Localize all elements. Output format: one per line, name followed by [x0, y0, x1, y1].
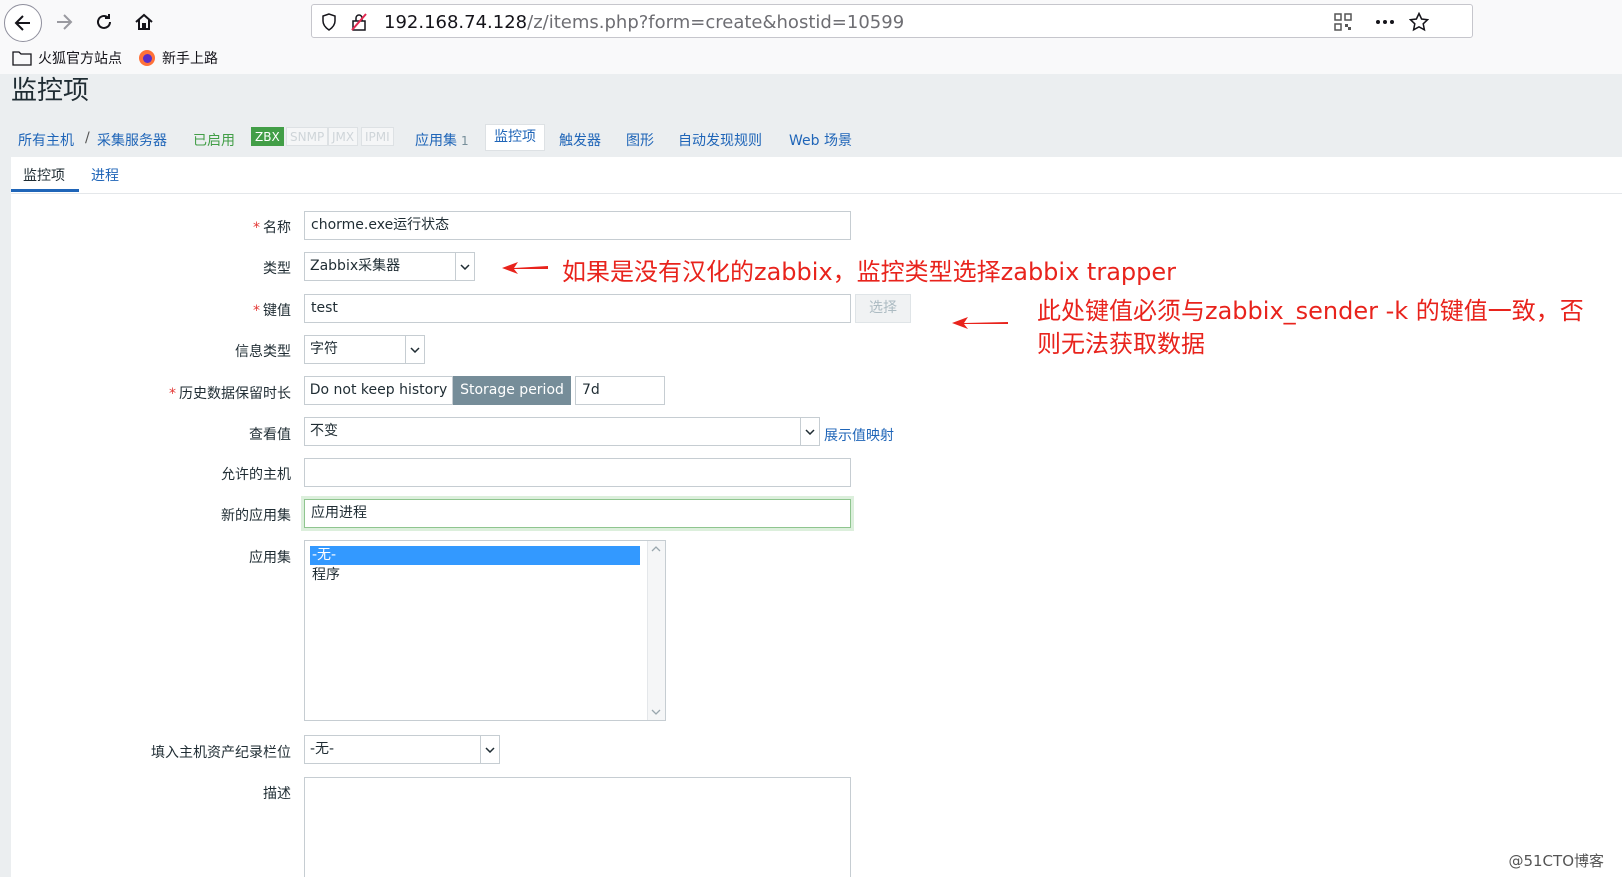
- more-icon[interactable]: [1374, 11, 1396, 33]
- chevron-down-icon: [800, 418, 819, 445]
- home-icon: [135, 13, 153, 30]
- firefox-icon: [139, 50, 155, 66]
- show-value-select[interactable]: 不变: [304, 417, 820, 446]
- availability-snmp: SNMP: [286, 127, 329, 146]
- applications-link[interactable]: 应用集 1: [415, 130, 469, 150]
- items-link-active[interactable]: 监控项: [485, 124, 545, 151]
- name-label: * 名称: [253, 220, 291, 236]
- allowed-hosts-label: 允许的主机: [221, 467, 291, 483]
- name-input[interactable]: chorme.exe运行状态: [304, 211, 851, 240]
- show-value-label: 查看值: [249, 427, 291, 443]
- all-hosts-link[interactable]: 所有主机: [18, 130, 74, 150]
- page-title: 监控项: [11, 76, 90, 106]
- annotation-key-note-line2: 则无法获取数据: [1037, 330, 1205, 358]
- chevron-down-icon: [651, 709, 661, 715]
- allowed-hosts-input[interactable]: [304, 458, 851, 487]
- info-type-select[interactable]: 字符: [304, 335, 425, 364]
- host-link[interactable]: 采集服务器: [97, 130, 167, 150]
- active-tab-indicator: [11, 189, 79, 192]
- bookmark-firefox-site[interactable]: 火狐官方站点: [12, 48, 122, 68]
- key-input[interactable]: test: [304, 294, 851, 323]
- type-label: 类型: [263, 261, 291, 277]
- list-item[interactable]: 程序: [310, 566, 640, 585]
- shield-icon[interactable]: [318, 11, 340, 33]
- arrow-left-icon: [14, 15, 30, 31]
- key-label: * 键值: [253, 303, 291, 319]
- web-scenarios-link[interactable]: Web 场景: [789, 130, 852, 150]
- annotation-type-note: 如果是没有汉化的zabbix，监控类型选择zabbix trapper: [562, 258, 1177, 286]
- do-not-keep-history-button[interactable]: Do not keep history: [304, 376, 453, 405]
- availability-ipmi: IPMI: [361, 127, 394, 146]
- history-period-input[interactable]: 7d: [575, 376, 665, 405]
- new-application-input[interactable]: 应用进程: [304, 499, 851, 528]
- address-bar[interactable]: 192.168.74.128/z/items.php?form=create&h…: [311, 4, 1473, 38]
- watermark: @51CTO博客: [1508, 852, 1604, 870]
- history-label: * 历史数据保留时长: [169, 386, 291, 402]
- listbox-scrollbar[interactable]: [647, 541, 665, 720]
- home-button[interactable]: [126, 4, 162, 40]
- forward-button[interactable]: [46, 4, 82, 40]
- annotation-key-note-line1: 此处键值必须与zabbix_sender -k 的键值一致，否: [1037, 297, 1584, 325]
- availability-zbx: ZBX: [251, 127, 284, 146]
- tab-item[interactable]: 监控项: [23, 165, 65, 185]
- annotation-arrow-icon: [502, 262, 548, 274]
- qr-code-icon[interactable]: [1332, 11, 1354, 33]
- select-key-button[interactable]: 选择: [855, 294, 911, 323]
- folder-icon: [12, 51, 32, 66]
- annotation-arrow-icon: [952, 317, 1008, 329]
- new-application-label: 新的应用集: [221, 508, 291, 524]
- browser-toolbar: 192.168.74.128/z/items.php?form=create&h…: [0, 0, 1622, 44]
- applications-label: 应用集: [249, 550, 291, 566]
- list-item[interactable]: -无-: [310, 546, 640, 565]
- bookmark-getting-started[interactable]: 新手上路: [138, 48, 218, 68]
- url-text[interactable]: 192.168.74.128/z/items.php?form=create&h…: [384, 12, 904, 33]
- reload-icon: [97, 14, 111, 29]
- availability-jmx: JMX: [328, 127, 359, 146]
- chevron-down-icon: [455, 253, 474, 280]
- chevron-up-icon: [651, 546, 661, 552]
- show-value-mapping-link[interactable]: 展示值映射: [824, 425, 894, 445]
- insecure-lock-icon[interactable]: [348, 11, 370, 33]
- inventory-field-label: 填入主机资产纪录栏位: [151, 745, 291, 761]
- arrow-right-icon: [57, 14, 73, 30]
- host-status-enabled[interactable]: 已启用: [193, 130, 235, 150]
- chevron-down-icon: [480, 736, 499, 763]
- discovery-rules-link[interactable]: 自动发现规则: [678, 130, 762, 150]
- type-select[interactable]: Zabbix采集器: [304, 252, 475, 281]
- host-navigation: 所有主机 / 采集服务器 已启用 ZBX SNMP JMX IPMI 应用集 1 …: [11, 124, 1622, 154]
- info-type-label: 信息类型: [235, 344, 291, 360]
- graphs-link[interactable]: 图形: [626, 130, 654, 150]
- tab-preprocessing[interactable]: 进程: [91, 165, 119, 185]
- storage-period-button[interactable]: Storage period: [453, 376, 571, 405]
- triggers-link[interactable]: 触发器: [559, 130, 601, 150]
- description-label: 描述: [263, 786, 291, 802]
- applications-listbox[interactable]: -无- 程序: [304, 540, 666, 721]
- inventory-field-select[interactable]: -无-: [304, 735, 500, 764]
- bookmarks-toolbar: 火狐官方站点 新手上路: [0, 44, 1622, 74]
- reload-button[interactable]: [86, 4, 122, 40]
- description-textarea[interactable]: [304, 777, 851, 877]
- form-tabs: 监控项 进程: [11, 157, 1622, 194]
- back-button[interactable]: [4, 4, 42, 42]
- chevron-down-icon: [405, 336, 424, 363]
- star-icon[interactable]: [1408, 11, 1430, 33]
- breadcrumb-separator: /: [85, 130, 90, 146]
